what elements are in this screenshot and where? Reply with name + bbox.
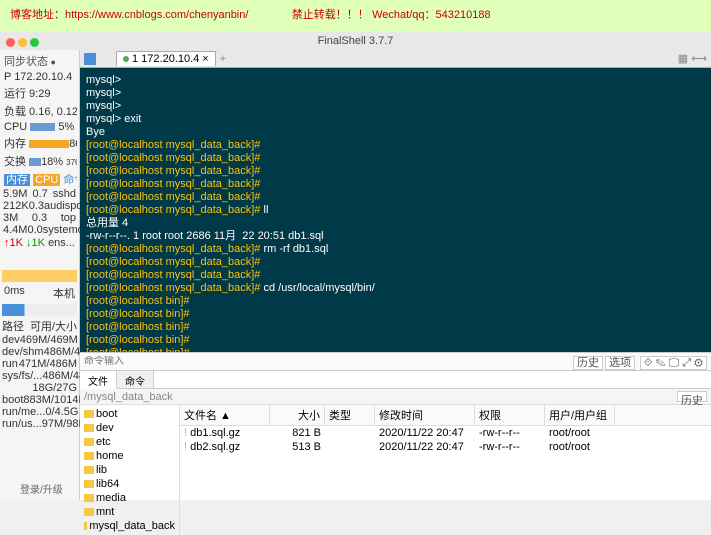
system-sidebar: 同步状态 ● P 172.20.10.4 运行 9:29 负载 0.16, 0.… [0,50,80,500]
file-list-header[interactable]: 文件名 ▲大小类型修改时间权限用户/用户组 [180,405,711,426]
session-tabbar: 1 172.20.10.4× + ▦ ⟷ [80,50,711,68]
folder-tree[interactable]: bootdevetchomeliblib64mediamntmysql_data… [80,405,180,535]
options-button[interactable]: 选项 [605,356,635,370]
grid-icon[interactable]: ▦ ⟷ [678,52,707,65]
file-row[interactable]: ! db1.sql.gz821 B2020/11/22 20:47-rw-r--… [180,426,711,440]
path-history-button[interactable]: 历史 [677,391,707,402]
watermark-banner: 博客地址：https://www.cnblogs.com/chenyanbin/… [0,0,711,32]
tree-item[interactable]: media [82,491,177,505]
tab-files[interactable]: 文件 [80,371,117,389]
tree-item[interactable]: mnt [82,505,177,519]
network-graph [2,252,77,282]
file-row[interactable]: ! db2.sql.gz513 B2020/11/22 20:47-rw-r--… [180,440,711,454]
tree-item[interactable]: boot [82,407,177,421]
command-input[interactable] [84,356,571,367]
current-path[interactable]: /mysql_data_back [84,391,173,402]
tree-item[interactable]: lib64 [82,477,177,491]
terminal[interactable]: mysql> mysql> mysql> mysql> exit Bye [ro… [80,68,711,352]
tab-commands[interactable]: 命令 [117,371,154,388]
host-tab[interactable]: 1 172.20.10.4× [116,51,216,66]
tree-item[interactable]: mysql_data_back [82,519,177,533]
command-input-bar: 历史选项 ⟐ ✎ 🖵 ⤢ ⚙ [80,352,711,370]
history-button[interactable]: 历史 [573,356,603,370]
toolbar-icons[interactable]: ⟐ ✎ 🖵 ⤢ ⚙ [640,356,707,370]
login-link[interactable]: 登录/升级 [20,481,63,496]
window-titlebar: FinalShell 3.7.7 [0,32,711,50]
home-icon[interactable] [84,53,96,65]
tree-item[interactable]: home [82,449,177,463]
add-tab-icon[interactable]: + [220,53,226,65]
tree-item[interactable]: etc [82,435,177,449]
tree-item[interactable]: dev [82,421,177,435]
file-panel: 文件 命令 /mysql_data_back 历史 bootdevetchome… [80,370,711,500]
tree-item[interactable]: lib [82,463,177,477]
app-title: FinalShell 3.7.7 [318,35,394,47]
